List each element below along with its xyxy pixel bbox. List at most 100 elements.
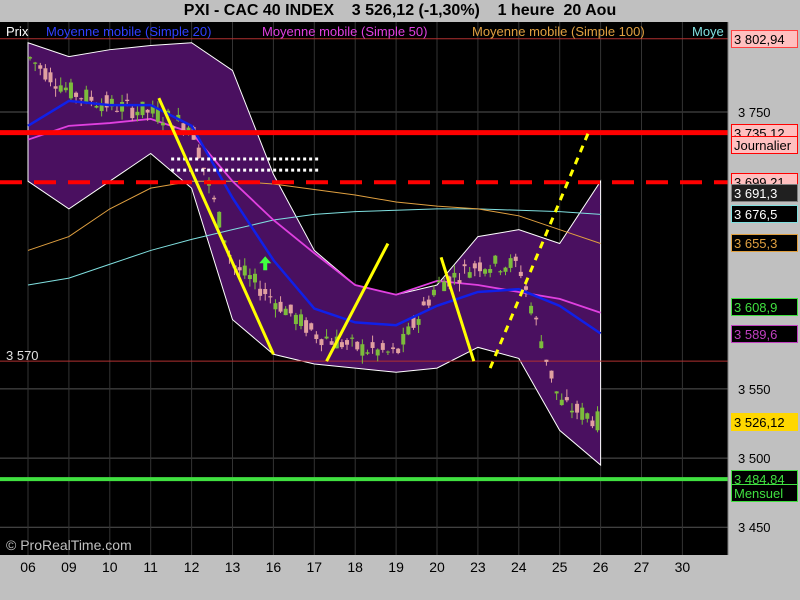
candle — [53, 86, 58, 89]
candle — [544, 359, 549, 362]
candle — [63, 87, 68, 91]
y-tick-label: 3 550 — [738, 381, 771, 397]
x-tick-label: 25 — [551, 559, 568, 575]
candle — [437, 280, 442, 283]
y-tick-label: 3 450 — [738, 520, 771, 536]
candle — [273, 303, 278, 310]
candle — [345, 340, 350, 345]
candle — [452, 272, 457, 278]
x-tick-label: 17 — [306, 559, 323, 575]
candle — [242, 265, 247, 276]
candle — [84, 89, 89, 103]
x-tick-label: 13 — [224, 559, 241, 575]
candle — [467, 272, 472, 278]
candle — [483, 269, 488, 274]
candle — [196, 147, 201, 159]
x-tick-label: 09 — [61, 559, 77, 575]
x-tick-label: 12 — [183, 559, 200, 575]
level-label-3570: 3 570 — [6, 348, 39, 363]
candle — [380, 343, 385, 350]
candle — [283, 308, 288, 316]
candle — [319, 339, 324, 346]
price-chart[interactable] — [0, 22, 800, 555]
y-tick-label: 3 750 — [738, 104, 771, 120]
candle — [74, 92, 79, 97]
candle — [493, 255, 498, 264]
candle — [278, 301, 283, 312]
candle — [406, 326, 411, 335]
candle — [309, 323, 314, 330]
x-tick-label: 06 — [20, 559, 36, 575]
candle — [58, 85, 63, 92]
candle — [212, 197, 217, 200]
candle — [559, 399, 564, 406]
candle — [145, 109, 150, 113]
candle — [268, 296, 273, 298]
candle — [498, 271, 503, 273]
candle — [79, 98, 84, 100]
x-tick-label: 18 — [347, 559, 363, 575]
candle — [140, 101, 145, 116]
candle — [293, 314, 298, 325]
legend-ma20: Moyenne mobile (Simple 20) — [46, 24, 212, 39]
x-tick-label: 27 — [633, 559, 650, 575]
candle — [442, 281, 447, 292]
candle — [391, 347, 396, 350]
x-tick-label: 26 — [592, 559, 609, 575]
candle — [539, 341, 544, 349]
legend-price: Prix — [6, 24, 29, 39]
price-scale-label: 3 691,3 — [731, 184, 798, 203]
candle — [288, 304, 293, 314]
candle — [304, 320, 309, 333]
x-tick-label: 11 — [143, 559, 158, 575]
x-tick-label: 10 — [102, 559, 118, 575]
candle — [299, 314, 304, 327]
candle — [508, 258, 513, 268]
candle — [426, 299, 431, 306]
candle — [329, 341, 334, 345]
x-tick-label: 24 — [511, 559, 527, 575]
candle — [529, 305, 534, 314]
candle — [462, 264, 467, 267]
price-scale-label: Journalier — [731, 136, 798, 155]
x-tick-label: 20 — [429, 559, 445, 575]
candle — [523, 286, 528, 290]
candle — [401, 333, 406, 345]
x-tick-label: 23 — [470, 559, 486, 575]
legend-ma100: Moyenne mobile (Simple 100) — [472, 24, 645, 39]
price-scale-label: 3 676,5 — [731, 204, 798, 223]
candle — [43, 68, 48, 80]
y-tick-label: 3 500 — [738, 451, 771, 467]
candle — [595, 411, 600, 431]
candle — [28, 57, 33, 59]
candle — [365, 352, 370, 354]
legend-ma200: Moye — [692, 24, 724, 39]
candle — [120, 101, 125, 112]
candle — [252, 273, 257, 283]
legend-ma50: Moyenne mobile (Simple 50) — [262, 24, 428, 39]
candle — [135, 111, 140, 116]
candle — [217, 211, 222, 228]
candle — [534, 317, 539, 320]
candle — [33, 62, 38, 64]
candle — [68, 82, 73, 99]
chart-frame: PXI - CAC 40 INDEX 3 526,12 (-1,30%) 1 h… — [0, 0, 800, 600]
x-tick-label: 30 — [674, 559, 691, 575]
price-scale-label: 3 608,9 — [731, 298, 798, 317]
candle — [125, 99, 130, 102]
candle — [569, 410, 574, 413]
chart-title: PXI - CAC 40 INDEX 3 526,12 (-1,30%) 1 h… — [183, 2, 617, 19]
x-tick-label: 16 — [265, 559, 282, 575]
watermark: © ProRealTime.com — [6, 537, 132, 553]
candle — [477, 262, 482, 272]
price-scale-label: 3 802,94 — [731, 29, 798, 48]
candle — [549, 370, 554, 379]
candle — [339, 342, 344, 348]
candle — [38, 65, 43, 69]
candle — [421, 301, 426, 306]
price-scale-label: 3 655,3 — [731, 234, 798, 253]
candle — [585, 413, 590, 419]
candle — [237, 267, 242, 271]
candle — [503, 267, 508, 272]
candle — [375, 349, 380, 356]
